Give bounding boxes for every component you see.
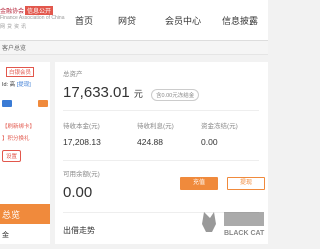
black-cat-logo-icon: [202, 212, 264, 232]
points-exchange-link[interactable]: 】积分换礼: [2, 134, 30, 142]
frozen-funds-label: 资金冻结(元): [201, 123, 238, 130]
logo-title: 金融协会 信息公开: [0, 6, 54, 15]
nav-home[interactable]: 首页: [75, 14, 93, 27]
logo-badge: 信息公开: [25, 6, 54, 15]
nav-disclosure[interactable]: 信息披露: [222, 14, 258, 27]
vip-badge: 白银会员: [6, 67, 35, 77]
frozen-funds-value: 0.00: [201, 137, 218, 147]
bank-card-icon[interactable]: [2, 100, 12, 107]
top-header: 金融协会 信息公开 Finance Association of China 网贷…: [0, 0, 268, 41]
available-balance-value: 0.00: [63, 184, 93, 201]
currency-unit: 元: [133, 89, 143, 99]
nav-p2p[interactable]: 网贷: [118, 14, 136, 27]
pending-principal-value: 17,208.13: [63, 137, 101, 147]
site-logo[interactable]: 金融协会 信息公开 Finance Association of China 网贷…: [0, 6, 64, 36]
withdraw-link[interactable]: [提现]: [17, 82, 31, 88]
breadcrumb: 客户总览: [2, 46, 27, 52]
sidebar-item-overview[interactable]: 总览: [0, 204, 50, 224]
lending-trend-title: 出借走势: [63, 226, 95, 235]
nav-member-center[interactable]: 会员中心: [165, 14, 201, 27]
divider: [63, 110, 259, 111]
watermark-text: BLACK CAT: [224, 230, 265, 237]
pending-interest-label: 待收利息(元): [137, 123, 174, 130]
logo-tagline: 网贷资讯: [0, 24, 29, 30]
total-assets-value: 17,633.01 元: [63, 84, 143, 101]
envelope-icon[interactable]: [38, 100, 48, 107]
sidebar: 白银会员 Id: 高 [提现] 【刷新绑卡】 】积分换礼 设置 总览 金: [0, 62, 50, 244]
withdraw-button[interactable]: 提现: [227, 177, 265, 190]
sidebar-item-label: 总览: [2, 210, 21, 220]
breadcrumb-bar: 客户总览: [0, 41, 268, 55]
frozen-funds-pill: 含0.00元冻结金: [151, 89, 200, 101]
sidebar-item-funds[interactable]: 金: [2, 230, 9, 240]
recharge-button[interactable]: 充值: [180, 177, 218, 190]
divider: [63, 160, 259, 161]
total-assets-label: 总资产: [63, 71, 83, 78]
settings-button[interactable]: 设置: [2, 150, 22, 162]
user-id: Id: 高 [提现]: [2, 82, 31, 88]
available-balance-label: 可用余额(元): [63, 171, 100, 178]
logo-subtitle: Finance Association of China: [0, 15, 65, 21]
pending-interest-value: 424.88: [137, 137, 163, 147]
pending-principal-label: 待收本金(元): [63, 123, 100, 130]
watermark: BLACK CAT: [200, 208, 268, 244]
refresh-card-link[interactable]: 【刷新绑卡】: [2, 122, 35, 130]
